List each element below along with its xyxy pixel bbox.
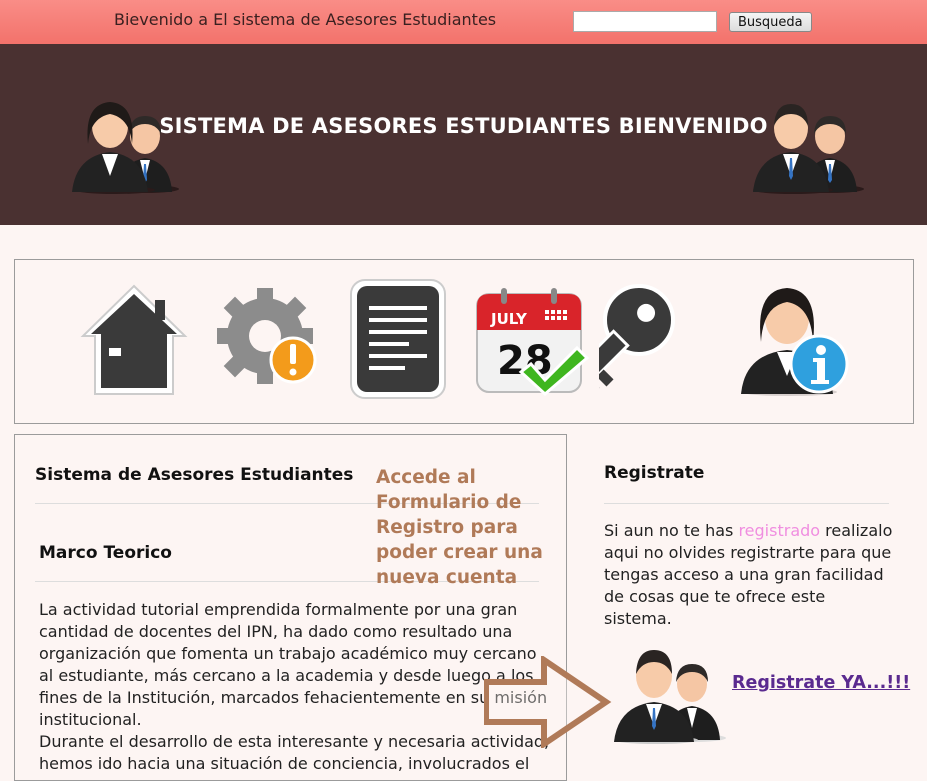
icon-nav-bar: JULY 28 [14, 259, 914, 424]
settings-alert-icon[interactable] [215, 288, 325, 388]
document-icon[interactable] [349, 278, 449, 400]
register-title: Registrate [604, 463, 704, 483]
panel-title: Sistema de Asesores Estudiantes [35, 465, 353, 485]
home-icon[interactable] [77, 280, 191, 400]
search-input[interactable] [573, 11, 717, 32]
register-link[interactable]: Registrate YA...!!! [732, 673, 910, 693]
paragraph-text: La actividad tutorial emprendida formalm… [39, 600, 547, 729]
register-description: Si aun no te has registrado realizalo aq… [604, 520, 894, 630]
key-icon[interactable] [599, 280, 723, 404]
people-icon [606, 636, 730, 744]
people-icon [745, 84, 875, 194]
calendar-icon[interactable]: JULY 28 [473, 286, 591, 396]
arrow-right-icon [484, 656, 612, 748]
body-paragraph: La actividad tutorial emprendida formalm… [39, 599, 555, 775]
section-title: Marco Teorico [39, 543, 172, 563]
banner: SISTEMA DE ASESORES ESTUDIANTES BIENVENI… [0, 44, 927, 225]
divider [604, 503, 889, 504]
banner-title: SISTEMA DE ASESORES ESTUDIANTES BIENVENI… [0, 114, 927, 138]
search-button[interactable]: Busqueda [729, 12, 812, 32]
top-bar: Bievenido a El sistema de Asesores Estud… [0, 0, 927, 44]
people-icon [60, 84, 190, 194]
registration-callout[interactable]: Accede al Formulario de Registro para po… [376, 465, 551, 590]
register-text-highlight: registrado [738, 521, 820, 540]
register-text-before: Si aun no te has [604, 521, 738, 540]
user-info-icon[interactable] [731, 280, 857, 398]
paragraph-text-2: Durante el desarrollo de esta interesant… [39, 732, 549, 773]
calendar-month: JULY [490, 310, 528, 328]
welcome-text: Bievenido a El sistema de Asesores Estud… [114, 10, 496, 29]
